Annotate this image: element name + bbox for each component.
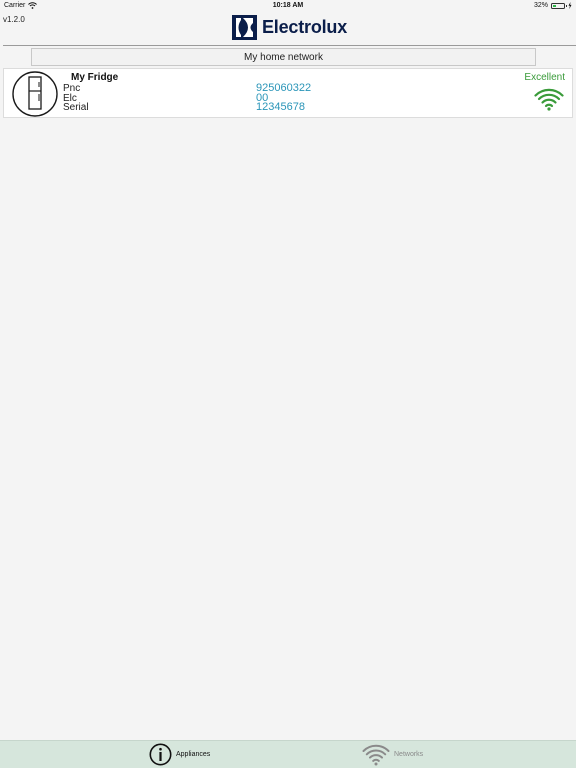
fridge-icon bbox=[12, 71, 58, 117]
tab-networks-label: Networks bbox=[394, 751, 424, 758]
electrolux-logo-icon bbox=[232, 14, 257, 40]
network-name: My home network bbox=[244, 51, 323, 63]
charging-bolt-icon bbox=[568, 2, 572, 9]
brand-name: Electrolux bbox=[262, 16, 348, 37]
appliance-field-labels: Pnc Elc Serial bbox=[63, 84, 89, 113]
serial-label: Serial bbox=[63, 102, 89, 113]
status-right: 32% bbox=[534, 2, 572, 9]
app-version: v1.2.0 bbox=[3, 15, 25, 24]
brand-logo: Electrolux bbox=[232, 14, 347, 40]
info-icon bbox=[149, 743, 172, 766]
tab-appliances-label: Appliances bbox=[176, 751, 211, 758]
tab-bar: Appliances Networks bbox=[0, 740, 576, 768]
battery-icon bbox=[551, 2, 567, 9]
wifi-icon bbox=[362, 744, 390, 766]
appliance-field-values: 925060322 00 12345678 bbox=[256, 83, 311, 113]
network-selector-button[interactable]: My home network bbox=[31, 48, 536, 66]
appliance-card[interactable]: My Fridge Pnc Elc Serial 925060322 00 12… bbox=[3, 68, 573, 118]
battery-percent: 32% bbox=[533, 2, 548, 9]
status-time: 10:18 AM bbox=[272, 2, 304, 9]
serial-value: 12345678 bbox=[256, 101, 305, 113]
status-bar: Carrier 10:18 AM 32% bbox=[0, 0, 576, 12]
signal-strength-label: Excellent bbox=[524, 72, 565, 83]
battery-nub bbox=[565, 5, 567, 7]
electrolux-mark-shape bbox=[232, 14, 257, 40]
wifi-icon bbox=[534, 88, 564, 111]
battery-fill bbox=[553, 4, 557, 7]
header-divider bbox=[3, 45, 576, 46]
tab-networks[interactable]: Networks bbox=[362, 741, 423, 768]
tab-appliances[interactable]: Appliances bbox=[149, 741, 210, 768]
appliance-name: My Fridge bbox=[71, 72, 119, 83]
